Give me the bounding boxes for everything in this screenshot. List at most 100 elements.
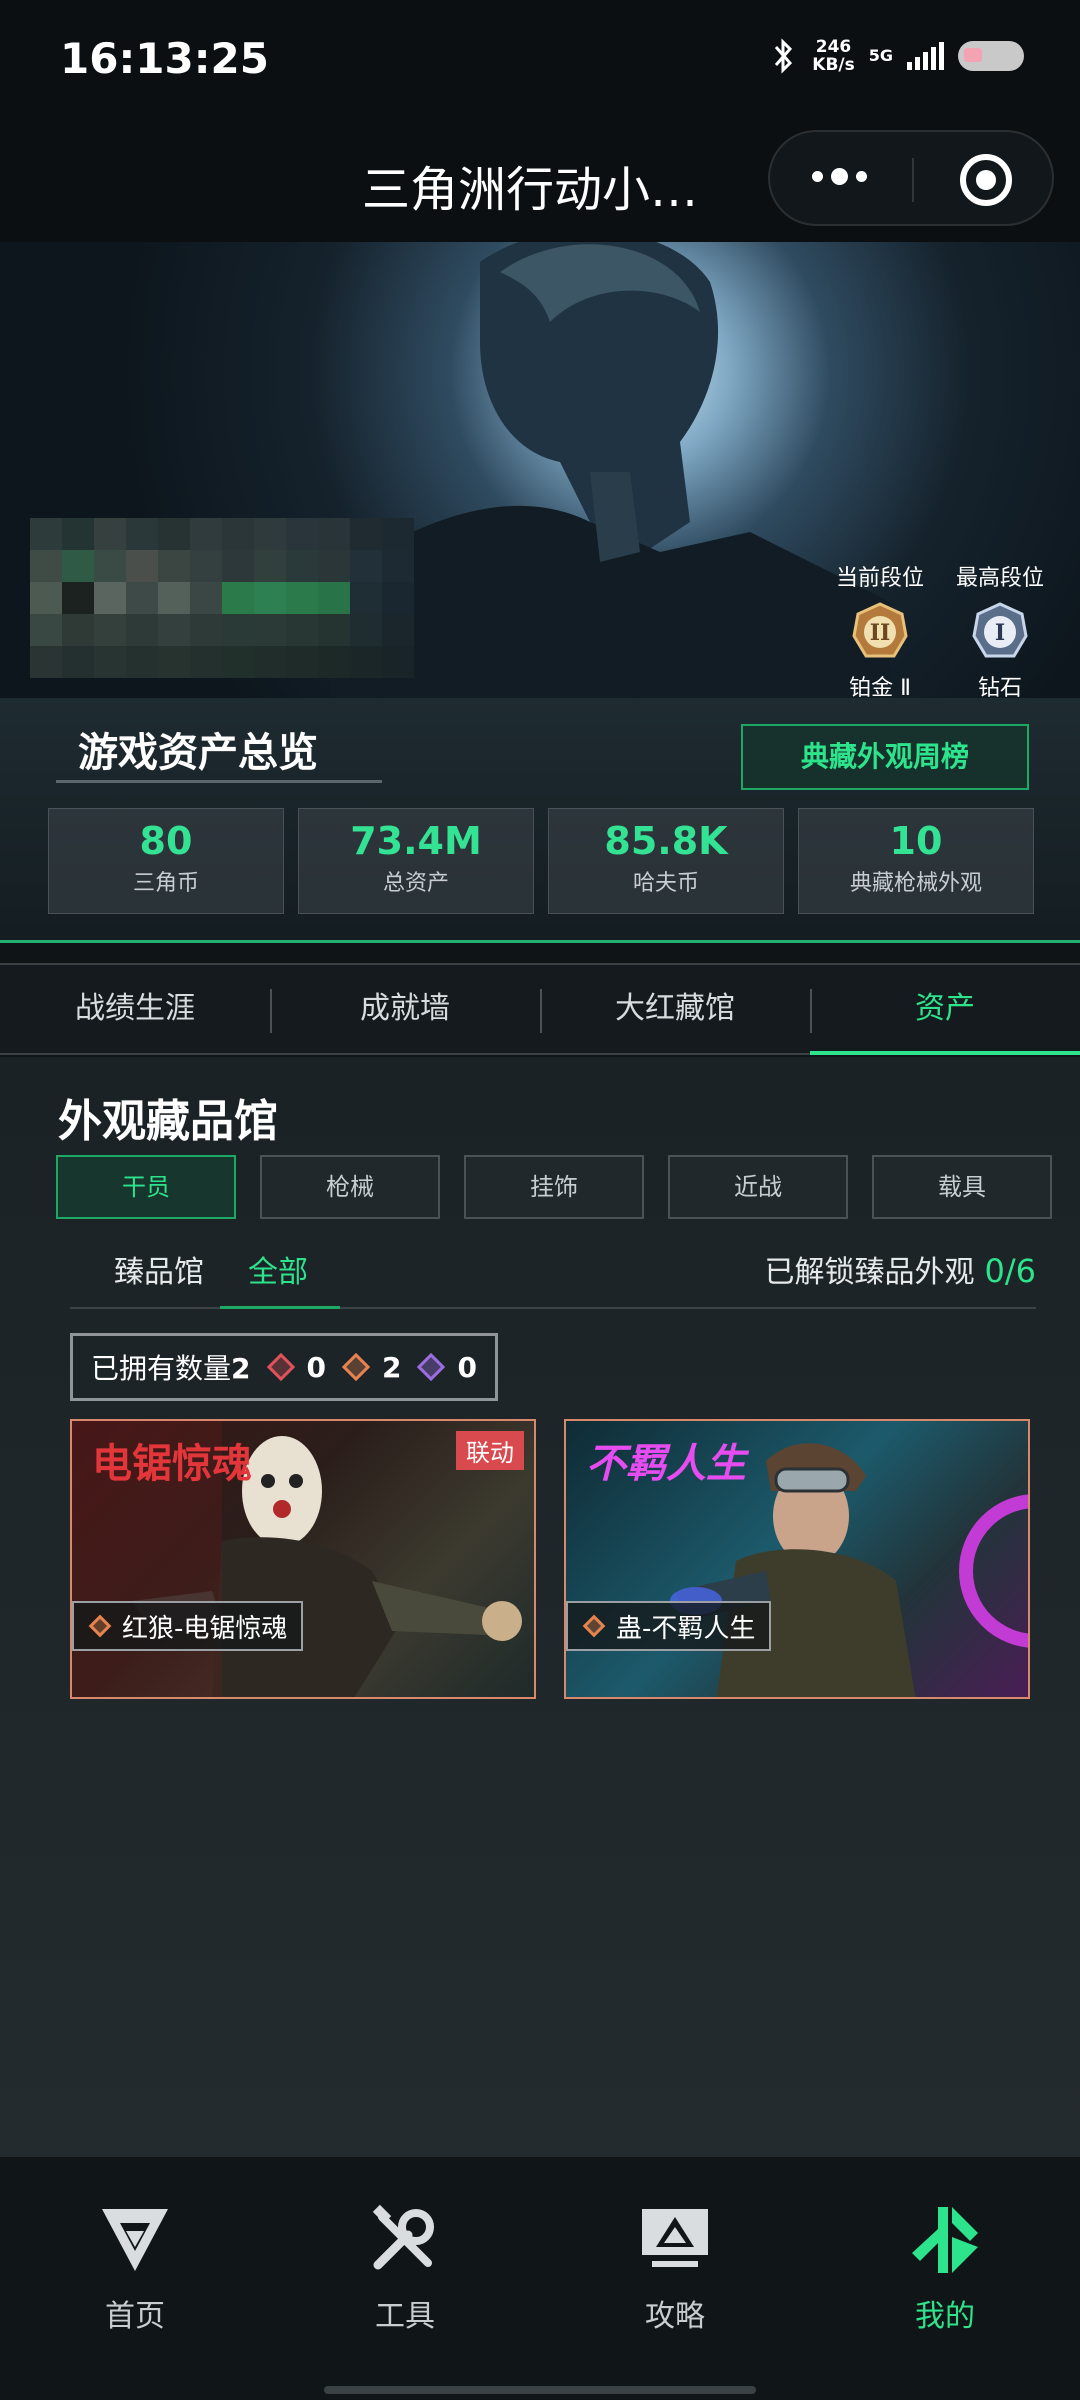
nav-profile[interactable]: 我的 bbox=[810, 2157, 1080, 2400]
stat-haff-coin: 85.8K 哈夫币 bbox=[548, 808, 784, 914]
guide-monitor-icon bbox=[642, 2209, 708, 2267]
bottom-navigation: 首页 工具 攻略 我的 bbox=[0, 2157, 1080, 2400]
nav-label: 我的 bbox=[915, 2299, 975, 2334]
skin-name-tag: 红狼-电锯惊魂 bbox=[72, 1601, 304, 1651]
stat-value: 85.8K bbox=[604, 819, 728, 863]
skin-card[interactable]: 不羁人生 蛊-不羁人生 bbox=[564, 1419, 1030, 1699]
nav-label: 首页 bbox=[105, 2299, 165, 2334]
unlock-count: 0/6 bbox=[984, 1252, 1037, 1290]
nav-home[interactable]: 首页 bbox=[0, 2157, 270, 2400]
purple-rarity-count: 0 bbox=[457, 1350, 477, 1384]
appearance-collection-section: 外观藏品馆 干员 枪械 挂饰 近战 载具 臻品馆 全部 已解锁臻品外观 0/6 已… bbox=[0, 1057, 1080, 2157]
status-icons: 246 KB/s 5G bbox=[770, 36, 1024, 76]
stat-label: 总资产 bbox=[382, 871, 449, 896]
unlocked-premium-count: 已解锁臻品外观 0/6 bbox=[765, 1247, 1037, 1291]
stat-collection-gun-skins: 10 典藏枪械外观 bbox=[798, 808, 1034, 914]
signal-icon bbox=[907, 42, 944, 70]
category-vehicles[interactable]: 载具 bbox=[872, 1155, 1052, 1219]
skin-card[interactable]: 电锯惊魂 联动 红狼-电锯惊魂 bbox=[70, 1419, 536, 1699]
battery-cloud-icon bbox=[958, 41, 1024, 71]
collab-badge: 联动 bbox=[456, 1431, 524, 1470]
section-title: 外观藏品馆 bbox=[58, 1096, 278, 1147]
svg-text:I: I bbox=[995, 620, 1005, 646]
collection-weekly-rank-button[interactable]: 典藏外观周榜 bbox=[741, 724, 1029, 790]
subtab-row: 臻品馆 全部 已解锁臻品外观 0/6 bbox=[70, 1229, 1036, 1309]
tab-red-collection[interactable]: 大红藏馆 bbox=[540, 965, 810, 1053]
stat-value: 73.4M bbox=[350, 819, 482, 863]
highest-rank-label: 最高段位 bbox=[955, 566, 1044, 591]
stat-total-assets: 73.4M 总资产 bbox=[298, 808, 534, 914]
network-speed-unit: KB/s bbox=[812, 55, 855, 75]
current-rank-label: 当前段位 bbox=[835, 566, 924, 591]
red-rarity-count: 0 bbox=[306, 1350, 326, 1384]
tab-assets[interactable]: 资产 bbox=[810, 965, 1080, 1055]
stat-label: 典藏枪械外观 bbox=[849, 871, 982, 896]
gold-rarity-count: 2 bbox=[381, 1350, 402, 1384]
highest-rank: 最高段位 I 钻石 bbox=[940, 560, 1060, 698]
mini-program-header: 三角洲行动小… bbox=[0, 120, 1080, 242]
nav-label: 工具 bbox=[375, 2299, 435, 2334]
network-speed-value: 246 bbox=[815, 37, 852, 57]
subtab-active-indicator bbox=[220, 1306, 340, 1309]
status-time: 16:13:25 bbox=[60, 34, 269, 83]
asset-overview: 游戏资产总览 典藏外观周榜 80 三角币 73.4M 总资产 85.8K 哈夫币… bbox=[0, 698, 1080, 943]
stat-value: 10 bbox=[889, 819, 943, 863]
stat-label: 三角币 bbox=[132, 871, 199, 896]
current-rank: 当前段位 II 铂金 Ⅱ bbox=[820, 560, 940, 698]
network-speed: 246 KB/s bbox=[812, 38, 854, 74]
diamond-rank-medal-icon: I bbox=[972, 602, 1028, 658]
category-charms[interactable]: 挂饰 bbox=[464, 1155, 644, 1219]
svg-text:II: II bbox=[870, 620, 891, 646]
skin-name: 蛊-不羁人生 bbox=[616, 1613, 756, 1644]
unlock-label: 已解锁臻品外观 bbox=[764, 1255, 975, 1290]
profile-hero-banner: 当前段位 II 铂金 Ⅱ 最高段位 I 钻石 bbox=[0, 242, 1080, 698]
current-rank-name: 铂金 Ⅱ bbox=[849, 676, 911, 698]
tab-career-stats[interactable]: 战绩生涯 bbox=[0, 965, 270, 1053]
category-guns[interactable]: 枪械 bbox=[260, 1155, 440, 1219]
card-logo-text: 不羁人生 bbox=[586, 1441, 746, 1487]
category-filter: 干员 枪械 挂饰 近战 载具 bbox=[56, 1155, 1052, 1219]
network-type: 5G bbox=[868, 46, 893, 65]
nav-tools[interactable]: 工具 bbox=[270, 2157, 540, 2400]
title-underline bbox=[56, 780, 382, 783]
overview-title: 游戏资产总览 bbox=[78, 730, 318, 776]
owned-count-box: 已拥有数量2 0 2 0 bbox=[70, 1333, 498, 1401]
subtab-premium-hall[interactable]: 臻品馆 bbox=[114, 1247, 204, 1291]
stat-label: 哈夫币 bbox=[632, 871, 699, 896]
category-melee[interactable]: 近战 bbox=[668, 1155, 848, 1219]
gold-rarity-icon bbox=[88, 1614, 112, 1638]
blurred-player-name bbox=[30, 518, 414, 678]
stat-delta-coin: 80 三角币 bbox=[48, 808, 284, 914]
owned-label: 已拥有数量2 bbox=[91, 1347, 251, 1387]
platinum-rank-medal-icon: II bbox=[852, 602, 908, 658]
red-rarity-icon bbox=[266, 1352, 295, 1382]
bluetooth-icon bbox=[775, 38, 793, 74]
nav-label: 攻略 bbox=[645, 2299, 705, 2334]
highest-rank-name: 钻石 bbox=[977, 676, 1022, 698]
home-logo-icon bbox=[102, 2209, 168, 2271]
operator-portrait bbox=[330, 242, 890, 698]
capsule-menu bbox=[768, 130, 1054, 226]
stat-value: 80 bbox=[139, 819, 193, 863]
more-icon[interactable] bbox=[812, 168, 867, 185]
profile-logo-icon bbox=[912, 2207, 978, 2273]
home-indicator[interactable] bbox=[324, 2386, 756, 2394]
skin-card-list: 电锯惊魂 联动 红狼-电锯惊魂 不羁人生 蛊-不羁人生 bbox=[70, 1419, 1030, 1699]
status-bar: 16:13:25 246 KB/s 5G bbox=[0, 0, 1080, 120]
close-target-icon[interactable] bbox=[958, 152, 1014, 208]
page-title: 三角洲行动小… bbox=[362, 162, 699, 218]
owned-total: 2 bbox=[231, 1352, 251, 1385]
owned-label-text: 已拥有数量 bbox=[91, 1352, 232, 1385]
profile-tabs: 战绩生涯 成就墙 大红藏馆 资产 bbox=[0, 963, 1080, 1055]
card-logo-text: 电锯惊魂 bbox=[92, 1441, 252, 1487]
category-operators[interactable]: 干员 bbox=[56, 1155, 236, 1219]
nav-guide[interactable]: 攻略 bbox=[540, 2157, 810, 2400]
tools-icon bbox=[372, 2204, 434, 2270]
tab-achievements[interactable]: 成就墙 bbox=[270, 965, 540, 1053]
capsule-divider bbox=[912, 158, 914, 202]
subtab-all[interactable]: 全部 bbox=[248, 1247, 308, 1291]
gold-rarity-icon bbox=[341, 1352, 371, 1382]
stats-row: 80 三角币 73.4M 总资产 85.8K 哈夫币 10 典藏枪械外观 bbox=[48, 808, 1034, 914]
gold-rarity-icon bbox=[582, 1614, 606, 1638]
skin-name: 红狼-电锯惊魂 bbox=[122, 1613, 288, 1644]
